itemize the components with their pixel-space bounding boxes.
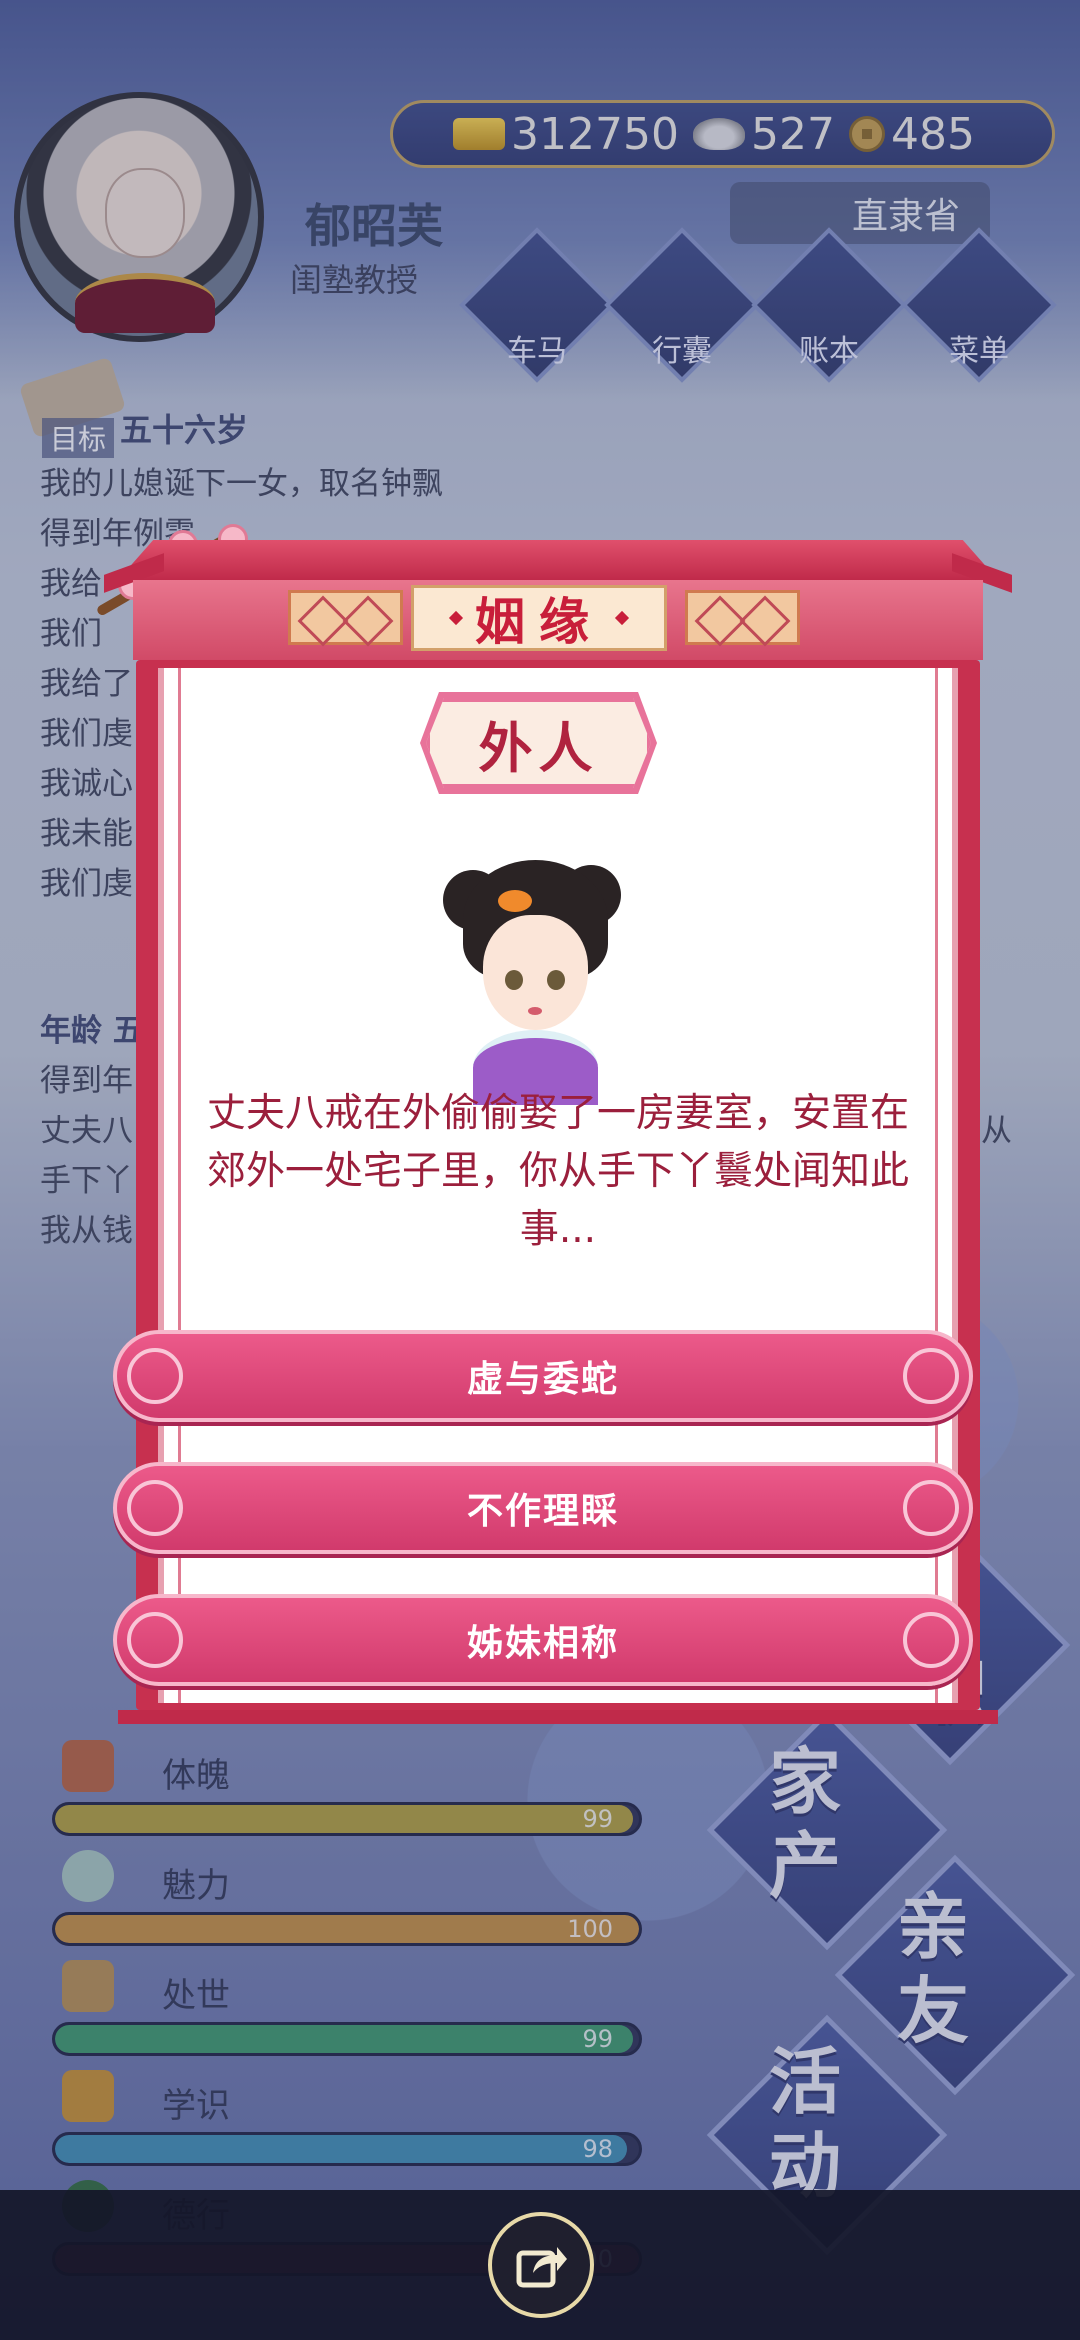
dialog-header-text: 姻缘 [475, 593, 603, 651]
cloud-ornament-icon [903, 1612, 959, 1668]
cloud-ornament-icon [903, 1348, 959, 1404]
diamond-dot-icon [448, 610, 464, 626]
dialog-header: 姻缘 [411, 585, 667, 651]
marriage-event-dialog: 姻缘 外人 丈夫八戒在外偷偷娶了一房妻室，安置在郊外一处宅子里，你从手下丫鬟处闻… [95, 524, 1012, 1730]
option-ignore-button[interactable]: 不作理睬 [113, 1462, 973, 1554]
woman-portrait [443, 860, 623, 1105]
option-sisters-button[interactable]: 姊妹相称 [113, 1594, 973, 1686]
option-label: 虚与委蛇 [466, 1359, 619, 1400]
banner-ornament-right [685, 590, 800, 645]
option-label: 不作理睬 [466, 1491, 619, 1532]
cloud-ornament-icon [127, 1480, 183, 1536]
option-play-along-button[interactable]: 虚与委蛇 [113, 1330, 973, 1422]
cloud-ornament-icon [127, 1612, 183, 1668]
share-button[interactable] [488, 2212, 594, 2318]
hair-flower-icon [498, 890, 532, 912]
diamond-dot-icon [614, 610, 630, 626]
cloud-ornament-icon [903, 1480, 959, 1536]
mouth [528, 1007, 542, 1015]
eye [547, 970, 565, 990]
face [483, 915, 588, 1030]
dialog-base [118, 1710, 998, 1724]
eye [505, 970, 523, 990]
share-icon [516, 2247, 567, 2288]
option-label: 姊妹相称 [466, 1623, 619, 1664]
cloud-ornament-icon [127, 1348, 183, 1404]
event-title: 外人 [426, 698, 651, 788]
banner-ornament-left [288, 590, 403, 645]
event-description: 丈夫八戒在外偷偷娶了一房妻室，安置在郊外一处宅子里，你从手下丫鬟处闻知此事... [206, 1091, 909, 1252]
dialog-roof [118, 540, 998, 580]
